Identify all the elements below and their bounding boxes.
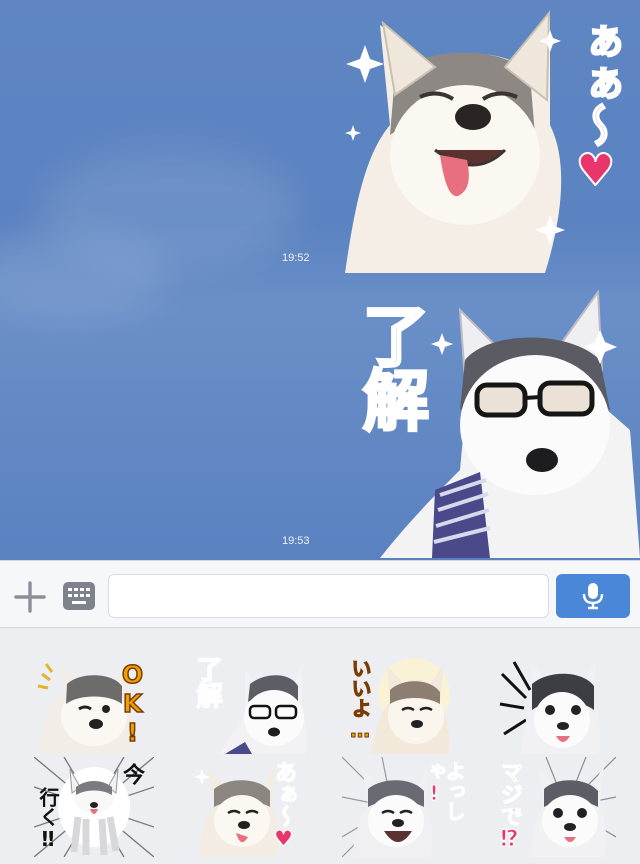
- sticker-ryokai[interactable]: 了解: [190, 654, 310, 754]
- sticker-caption: 了解: [351, 301, 431, 432]
- voice-message-button[interactable]: [556, 574, 630, 618]
- sticker-picker: OK! 了解 いいよ… 今 行く‼ あぁ〜♥ よっしゃ! マジで⁉: [0, 629, 640, 864]
- sticker-caption: 今: [119, 763, 144, 785]
- sticker-surprised[interactable]: [496, 654, 616, 754]
- sticker-majide[interactable]: マジで⁉: [496, 757, 616, 857]
- plus-icon: [14, 581, 46, 613]
- sticker-caption: マジで⁉: [497, 761, 523, 853]
- sticker-ima-iku[interactable]: 今 行く‼: [34, 757, 154, 857]
- sticker-aa[interactable]: あぁ〜♥: [190, 757, 310, 857]
- add-attachment-button[interactable]: [12, 579, 48, 615]
- keyboard-icon: [63, 582, 95, 610]
- sticker-caption: いいよ…: [348, 658, 373, 743]
- message-timestamp: 19:52: [282, 252, 310, 264]
- message-timestamp: 19:53: [282, 535, 310, 547]
- sticker-caption: 了解: [191, 655, 223, 709]
- chat-area[interactable]: ぁぁ〜♥ 19:52 了解 19:53: [0, 0, 640, 560]
- chat-sticker-message[interactable]: ぁぁ〜♥: [335, 5, 635, 273]
- message-text-field[interactable]: [108, 574, 549, 618]
- sticker-caption: OK!: [117, 659, 148, 748]
- sticker-ok[interactable]: OK!: [34, 654, 154, 754]
- sticker-caption: あぁ〜♥: [271, 761, 297, 853]
- sticker-caption: よっしゃ!: [422, 761, 467, 822]
- keyboard-toggle-button[interactable]: [62, 579, 96, 613]
- microphone-icon: [582, 583, 604, 610]
- husky-surprised-icon: [499, 660, 601, 754]
- chat-sticker-message[interactable]: 了解: [340, 290, 640, 558]
- message-input-bar: [0, 560, 640, 628]
- sticker-caption: 行く‼: [36, 787, 60, 851]
- sticker-iiyo[interactable]: いいよ…: [342, 654, 462, 754]
- sticker-caption: ぁぁ〜♥: [569, 18, 622, 195]
- sticker-yossha[interactable]: よっしゃ!: [342, 757, 467, 857]
